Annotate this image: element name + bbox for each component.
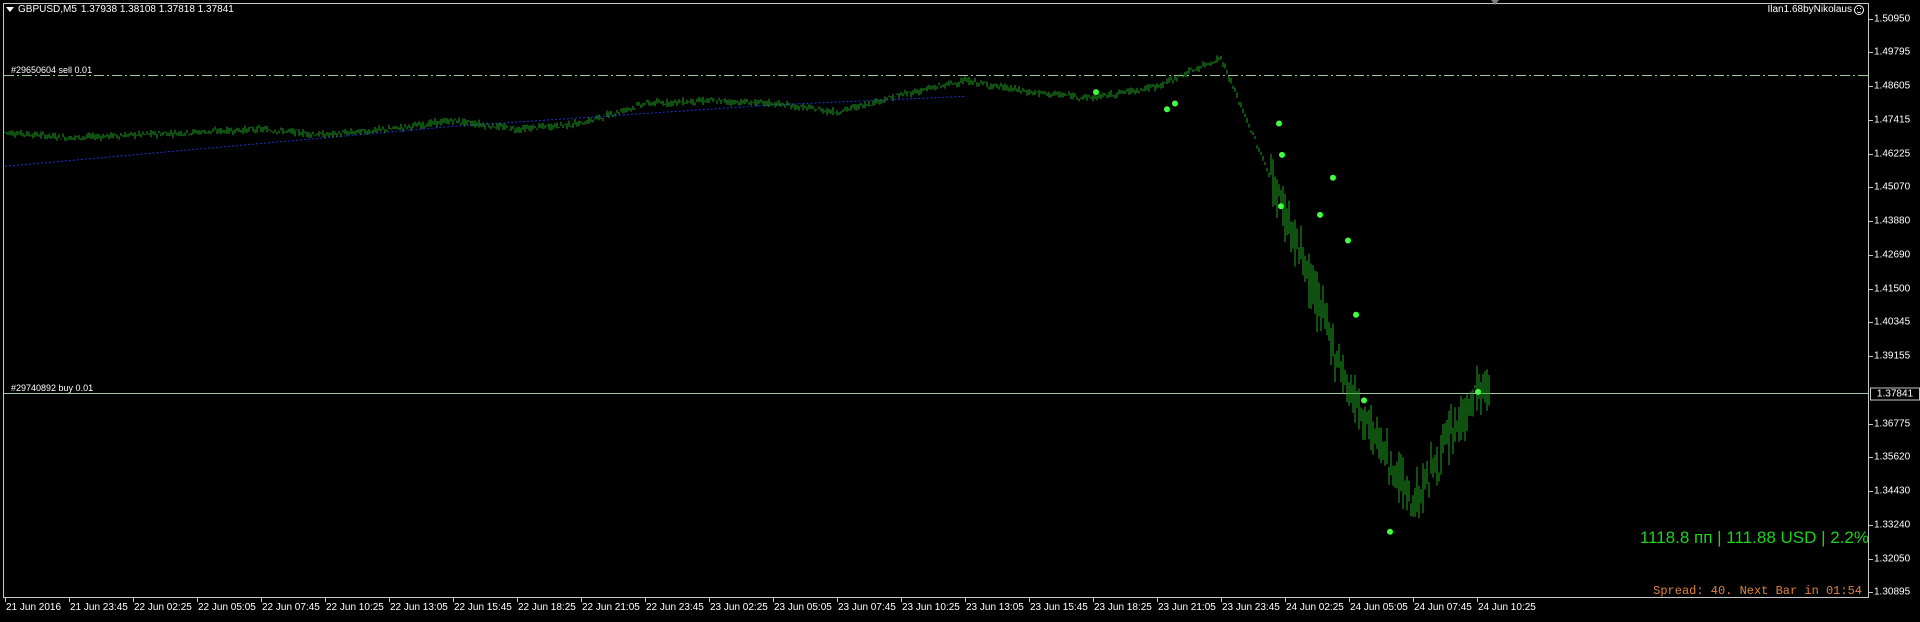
time-tick-label: 24 Jun 05:05 <box>1350 602 1408 613</box>
price-tick <box>1869 120 1873 122</box>
dropdown-triangle-icon[interactable] <box>6 7 14 12</box>
price-tick <box>1869 255 1873 257</box>
expert-advisor-label: Ilan1.68byNikolaus <box>1767 4 1864 15</box>
time-tick-label: 23 Jun 02:25 <box>710 602 768 613</box>
price-tick <box>1869 423 1873 425</box>
price-tick-label: 1.45070 <box>1874 181 1911 193</box>
price-tick-label: 1.40345 <box>1874 316 1911 328</box>
trade-marker <box>1330 174 1336 181</box>
trade-marker <box>1279 151 1285 158</box>
price-tick-label: 1.34430 <box>1874 485 1911 497</box>
price-tick <box>1869 154 1873 156</box>
moving-average-line <box>4 95 966 167</box>
price-tick <box>1869 456 1873 458</box>
time-tick-label: 23 Jun 18:25 <box>1094 602 1152 613</box>
price-tick-label: 1.43880 <box>1874 215 1911 227</box>
time-tick-label: 21 Jun 2016 <box>6 602 62 613</box>
time-tick-label: 23 Jun 21:05 <box>1158 602 1216 613</box>
chart-header: GBPUSD,M5 1.37938 1.38108 1.37818 1.3784… <box>6 4 234 15</box>
price-tick <box>1869 490 1873 492</box>
price-tick-label: 1.32050 <box>1874 553 1911 565</box>
time-tick-label: 23 Jun 13:05 <box>966 602 1024 613</box>
price-tick <box>1869 86 1873 88</box>
trade-marker <box>1475 388 1481 395</box>
price-tick-label: 1.50950 <box>1874 13 1911 25</box>
price-tick <box>1869 591 1873 593</box>
current-price-label: 1.37841 <box>1870 387 1920 401</box>
time-tick-label: 22 Jun 18:25 <box>518 602 576 613</box>
price-chart <box>4 55 1868 535</box>
price-tick-label: 1.47415 <box>1874 114 1911 126</box>
time-tick-label: 22 Jun 23:45 <box>646 602 704 613</box>
ohlc-values: 1.37938 1.38108 1.37818 1.37841 <box>80 4 234 15</box>
price-tick-label: 1.33240 <box>1874 519 1911 531</box>
price-tick-label: 1.39155 <box>1874 350 1911 362</box>
price-tick <box>1869 558 1873 560</box>
time-tick-label: 23 Jun 23:45 <box>1222 602 1280 613</box>
time-tick-label: 23 Jun 07:45 <box>838 602 896 613</box>
price-tick-label: 1.42690 <box>1874 249 1911 261</box>
price-tick <box>1869 221 1873 223</box>
profit-display: 1118.8 пп | 111.88 USD | 2.2% <box>1639 528 1869 547</box>
trade-marker <box>1345 237 1351 244</box>
chart-shift-marker-icon[interactable] <box>1491 0 1499 5</box>
price-tick <box>1869 52 1873 54</box>
price-tick <box>1869 289 1873 291</box>
price-tick <box>1869 356 1873 358</box>
price-tick <box>1869 322 1873 324</box>
trade-marker <box>1093 89 1099 96</box>
price-tick-label: 1.30895 <box>1874 586 1911 598</box>
trade-marker <box>1353 311 1359 318</box>
sell-order-label: #29650604 sell 0.01 <box>11 64 93 75</box>
expert-name: Ilan1.68byNikolaus <box>1767 4 1853 15</box>
trade-marker <box>1387 528 1393 535</box>
trade-marker <box>1361 397 1367 404</box>
symbol-label: GBPUSD,M5 <box>18 4 77 15</box>
time-tick-label: 23 Jun 10:25 <box>902 602 960 613</box>
time-tick-label: 22 Jun 05:05 <box>198 602 256 613</box>
time-tick-label: 22 Jun 02:25 <box>134 602 192 613</box>
buy-order-label: #29740892 buy 0.01 <box>11 382 94 393</box>
price-tick <box>1869 524 1873 526</box>
trade-marker <box>1278 203 1284 210</box>
trade-marker <box>1172 100 1178 107</box>
trade-marker <box>1164 106 1170 113</box>
price-tick <box>1869 19 1873 21</box>
time-tick-label: 24 Jun 02:25 <box>1286 602 1344 613</box>
price-scale[interactable]: 1.50950 1.49795 1.48605 1.47415 1.46225 1.450… <box>1869 3 1920 598</box>
trade-marker <box>1317 211 1323 218</box>
price-tick-label: 1.35620 <box>1874 451 1911 463</box>
time-tick-label: 22 Jun 15:45 <box>454 602 512 613</box>
price-tick-label: 1.46225 <box>1874 148 1911 160</box>
chart-window[interactable]: GBPUSD,M5 1.37938 1.38108 1.37818 1.3784… <box>0 0 1920 622</box>
time-tick-label: 22 Jun 10:25 <box>326 602 384 613</box>
price-tick-label: 1.36775 <box>1874 418 1911 430</box>
time-tick-label: 23 Jun 05:05 <box>774 602 832 613</box>
time-tick-label: 22 Jun 13:05 <box>390 602 448 613</box>
smiley-icon <box>1854 4 1864 15</box>
time-tick-label: 21 Jun 23:45 <box>70 602 128 613</box>
time-tick-label: 23 Jun 15:45 <box>1030 602 1088 613</box>
time-tick-label: 22 Jun 21:05 <box>582 602 640 613</box>
time-tick-label: 22 Jun 07:45 <box>262 602 320 613</box>
time-tick-label: 24 Jun 07:45 <box>1414 602 1472 613</box>
price-tick-label: 1.49795 <box>1874 46 1911 58</box>
price-tick-label: 1.48605 <box>1874 80 1911 92</box>
price-tick-label: 1.41500 <box>1874 283 1911 295</box>
spread-display: Spread: 40. Next Bar in 01:54 <box>1653 584 1862 598</box>
price-tick <box>1869 187 1873 189</box>
time-scale[interactable]: 21 Jun 2016 21 Jun 23:45 22 Jun 02:25 22 Ju… <box>3 598 1869 622</box>
trade-marker <box>1276 120 1282 127</box>
time-tick-label: 24 Jun 10:25 <box>1478 602 1536 613</box>
